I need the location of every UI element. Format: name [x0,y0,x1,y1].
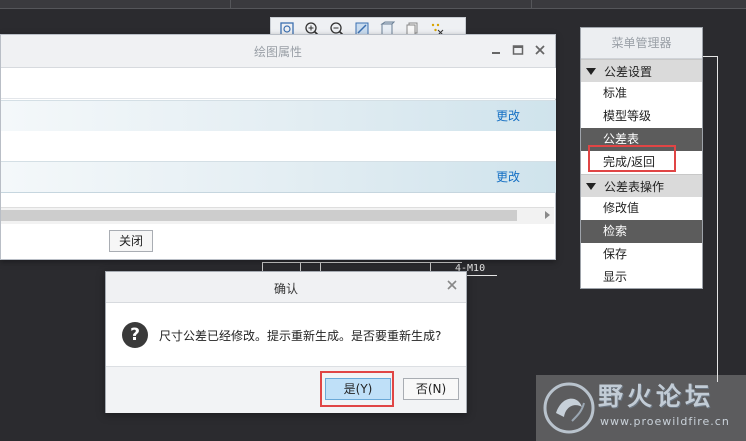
menu-manager-title: 菜单管理器 [581,28,702,59]
forum-logo-icon [543,382,595,434]
question-icon: ? [122,322,148,348]
close-window-button[interactable] [533,43,547,57]
highlight-box-yes [320,371,394,407]
dialog-title: 确认 [273,282,298,296]
menu-connector-line [703,56,718,382]
close-icon [447,280,457,290]
change-link[interactable]: 更改 [496,107,520,124]
close-button[interactable]: 关闭 [109,230,153,252]
watermark-url: www.proewildfire.cn [600,415,730,428]
drawing-properties-window: 绘图属性 更改 更改 关闭 [0,34,556,260]
menu-item-retrieve[interactable]: 检索 [581,220,702,243]
watermark-text: 野火论坛 [598,382,715,411]
change-link[interactable]: 更改 [496,168,520,185]
property-row [1,68,556,99]
close-icon [535,45,545,55]
menu-section-tolerance-setup[interactable]: 公差设置 [581,59,702,82]
triangle-down-icon [586,67,596,75]
drawing-properties-titlebar: 绘图属性 [1,35,555,68]
highlight-box-done-return [588,145,676,172]
window-title: 绘图属性 [253,45,302,59]
top-strip-segment [0,0,231,8]
no-button[interactable]: 否(N) [403,378,459,400]
menu-item-standard[interactable]: 标准 [581,82,702,105]
maximize-button[interactable] [511,43,525,57]
menu-item-model-grade[interactable]: 模型等级 [581,105,702,128]
minimize-button[interactable] [489,43,503,57]
dialog-close-button[interactable] [446,279,458,295]
scrollbar-thumb[interactable] [1,210,517,221]
minimize-icon [492,52,500,54]
triangle-down-icon [586,182,596,190]
menu-item-save[interactable]: 保存 [581,243,702,266]
confirm-dialog: 确认 ? 尺寸公差已经修改。提示重新生成。是否要重新生成? 是(Y) 否(N) [105,271,467,413]
confirm-dialog-titlebar: 确认 [106,272,466,303]
window-controls [489,43,547,57]
property-row [1,131,556,162]
menu-section-tolerance-table-ops[interactable]: 公差表操作 [581,174,702,197]
top-strip [0,0,746,9]
watermark: 野火论坛 www.proewildfire.cn [536,375,746,441]
menu-item-show[interactable]: 显示 [581,266,702,289]
menu-item-modify-value[interactable]: 修改值 [581,197,702,220]
top-strip-segment [231,0,532,8]
property-row: 更改 [1,161,556,193]
dialog-message: 尺寸公差已经修改。提示重新生成。是否要重新生成? [159,329,442,343]
menu-section-label: 公差设置 [604,64,653,79]
scroll-right-arrow-icon[interactable] [545,211,550,219]
dialog-footer: 是(Y) 否(N) [106,366,466,413]
property-row: 更改 [1,100,556,132]
horizontal-scrollbar[interactable] [1,207,554,224]
drawing-line [262,262,462,263]
maximize-icon [512,45,524,55]
menu-section-label: 公差表操作 [604,179,665,194]
